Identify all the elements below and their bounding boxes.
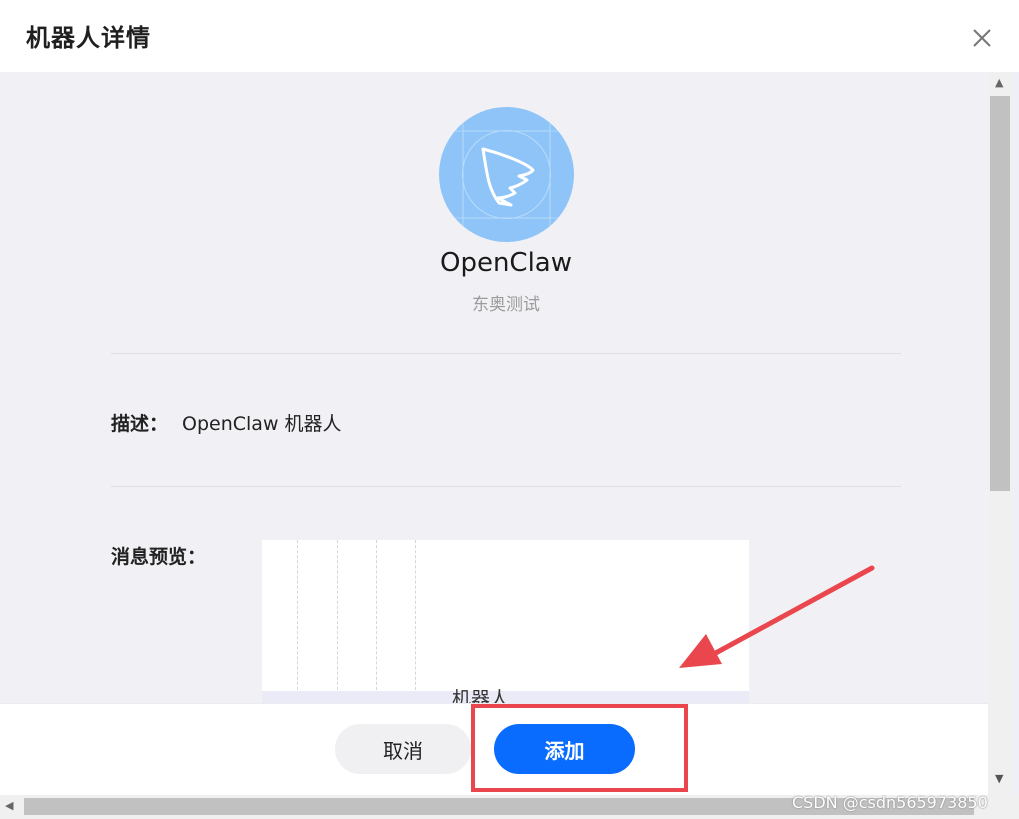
dialog-body: OpenClaw 东奥测试 描述： OpenClaw 机器人 消息预览： 机器人 [0,72,988,703]
page-edge [1012,72,1019,795]
bot-org: 东奥测试 [472,295,540,315]
cancel-button[interactable]: 取消 [335,724,471,774]
grid-line [376,540,377,700]
bot-avatar [439,107,574,242]
scroll-left-icon[interactable]: ◀ [5,799,13,812]
dingtalk-wing-icon [449,117,564,232]
grid-line [415,540,416,700]
dialog-header: 机器人详情 [0,0,1019,72]
description-value: OpenClaw 机器人 [182,413,342,435]
bot-name: OpenClaw [439,248,573,278]
description-label: 描述： [111,413,169,435]
preview-label: 消息预览： [111,546,207,568]
divider [111,486,901,487]
description-row: 描述： OpenClaw 机器人 [111,409,342,436]
dialog-footer: 取消 添加 [0,703,988,796]
robot-detail-dialog: 机器人详情 OpenClaw 东奥测试 描述：OpenClaw 机器人 消息预 [0,0,1019,819]
dialog-title: 机器人详情 [26,24,151,52]
grid-line [297,540,298,700]
preview-text: 机器人 [452,688,510,703]
vertical-scroll-thumb[interactable] [990,96,1010,491]
divider [111,353,901,354]
scroll-down-icon[interactable]: ▼ [995,772,1003,785]
scroll-up-icon[interactable]: ▲ [995,76,1003,89]
watermark: CSDN @csdn565973850 [792,793,988,812]
annotation-highlight-box [471,704,688,792]
message-preview: 机器人 [262,540,749,703]
grid-line [337,540,338,700]
close-icon[interactable] [968,24,996,52]
